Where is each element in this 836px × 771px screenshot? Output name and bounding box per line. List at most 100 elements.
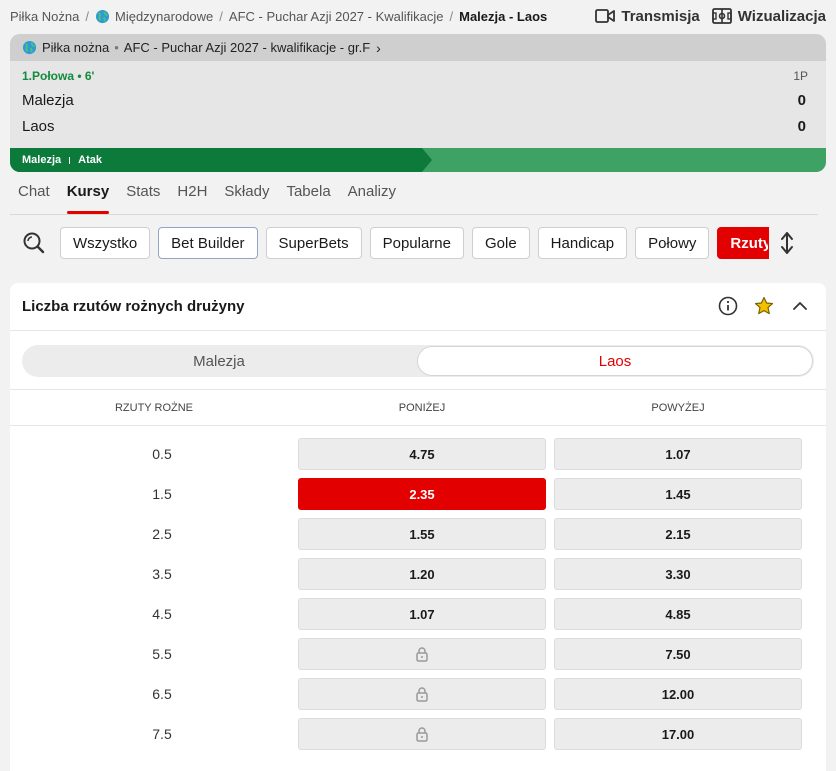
team-toggle-option[interactable]: Laos [417,346,813,376]
momentum-text: Malezja Atak [22,148,102,172]
market-filters: Wszystko Bet Builder SuperBets Popularne Gol… [20,227,816,259]
over-odd-button[interactable]: 1.45 [554,478,802,510]
tab-analizy[interactable]: Analizy [348,183,396,214]
corner-line-value: 4.5 [152,606,172,622]
top-bar: Piłka Nożna / Międzynarodowe / AFC - Puchar … [0,0,836,32]
momentum-team: Malezja [22,154,62,166]
video-camera-icon [595,9,616,23]
breadcrumb-separator: / [219,8,223,24]
under-odd-button[interactable]: 1.20 [298,558,546,590]
visualization-label: Wizualizacja [737,7,826,25]
separator-dot: • [114,40,119,55]
tabs-divider [10,214,818,215]
search-button[interactable] [20,229,48,257]
breadcrumb-label: Piłka Nożna [10,8,80,24]
sort-button[interactable] [779,229,795,257]
filter-chip[interactable]: Wszystko [60,227,151,259]
filter-chip[interactable]: SuperBets [265,227,362,259]
momentum-divider [69,156,71,164]
breadcrumb-item[interactable]: AFC - Puchar Azji 2027 - Kwalifikacje [229,9,444,24]
stream-button[interactable]: Transmisja [595,7,700,25]
breadcrumb-separator: / [85,8,89,24]
filter-chip-list: Wszystko Bet Builder SuperBets Popularne Gol… [60,227,770,259]
competition-link[interactable]: Piłka nożna • AFC - Puchar Azji 2027 - k… [10,34,826,61]
breadcrumb: Piłka Nożna / Międzynarodowe / AFC - Puchar … [10,9,547,24]
match-period: 1P [793,69,808,83]
under-column-label: PONIŻEJ [398,402,446,414]
breadcrumb-label: Międzynarodowe [115,8,214,24]
pitch-icon [711,8,732,24]
away-team-score: 0 [797,118,806,135]
home-team-score: 0 [797,92,806,109]
filter-chip[interactable]: Połowy [635,227,710,259]
tab-h2h[interactable]: H2H [177,183,207,214]
under-odd-locked [298,718,546,750]
under-odd-button[interactable]: 2.35 [298,478,546,510]
tab-tabela[interactable]: Tabela [286,183,330,214]
under-odd-button[interactable]: 1.55 [298,518,546,550]
under-odd-locked [298,678,546,710]
tab-stats[interactable]: Stats [126,183,160,214]
search-icon [23,232,45,254]
tab-sk-ady[interactable]: Składy [224,183,269,214]
market-header-actions [718,296,810,316]
momentum-arrow [422,148,432,172]
market-card: Liczba rzutów rożnych drużyny Malezja Lao… [10,283,826,771]
lock-icon [416,727,428,742]
odds-row: 5.5 7.50 [10,638,826,678]
odds-row: 1.5 2.35 1.45 [10,478,826,518]
tab-kursy[interactable]: Kursy [66,183,109,214]
momentum-bar: Malezja Atak [10,148,826,172]
top-actions: Transmisja Wizualizacja [595,0,826,32]
odds-row: 6.5 12.00 [10,678,826,718]
chevron-right-icon: › [376,39,381,56]
breadcrumb-current: Malezja - Laos [459,8,548,24]
over-odd-button[interactable]: 3.30 [554,558,802,590]
team-toggle-option[interactable]: Malezja [22,345,416,377]
odds-row: 3.5 1.20 3.30 [10,558,826,598]
odds-row: 0.5 4.75 1.07 [10,438,826,478]
odds-row: 4.5 1.07 4.85 [10,598,826,638]
tab-chat[interactable]: Chat [18,183,50,214]
corner-line-value: 3.5 [152,566,172,582]
breadcrumb-item[interactable]: Piłka Nożna [10,9,79,24]
away-team-name: Laos [22,118,55,135]
filter-chip[interactable]: Popularne [369,227,464,259]
under-odd-locked [298,638,546,670]
odds-row: 7.5 17.00 [10,718,826,758]
lock-icon [416,647,428,662]
info-icon[interactable] [718,296,738,316]
line-column-label: RZUTY ROŻNE [114,402,194,414]
match-tabs: Chat Kursy Stats H2H Składy Tabela Analizy [18,183,413,214]
odds-row: 2.5 1.55 2.15 [10,518,826,558]
under-odd-button[interactable]: 4.75 [298,438,546,470]
sort-arrows-icon [781,232,794,254]
corner-line-value: 6.5 [152,686,172,702]
over-odd-button[interactable]: 17.00 [554,718,802,750]
market-title: Liczba rzutów rożnych drużyny [22,298,245,315]
breadcrumb-separator: / [449,8,454,24]
filter-chip[interactable]: Gole [471,227,530,259]
sport-label: Piłka nożna [42,40,110,55]
over-odd-button[interactable]: 4.85 [554,598,802,630]
breadcrumb-item[interactable]: Międzynarodowe [95,9,213,24]
match-status: 1.Połowa • 6' [22,69,95,83]
chevron-up-icon[interactable] [790,296,810,316]
over-column-label: POWYŻEJ [651,402,705,414]
under-odd-button[interactable]: 1.07 [298,598,546,630]
filter-chip[interactable]: Rzuty [717,227,770,259]
competition-label: AFC - Puchar Azji 2027 - kwalifikacje - … [123,40,371,55]
scoreboard: Piłka nożna • AFC - Puchar Azji 2027 - k… [10,34,826,172]
momentum-state: Atak [78,154,102,166]
lock-icon [416,687,428,702]
filter-chip[interactable]: Handicap [537,227,628,259]
star-icon[interactable] [754,296,774,316]
visualization-button[interactable]: Wizualizacja [711,7,826,25]
filter-chip[interactable]: Bet Builder [158,227,258,259]
odds-table: 0.5 4.75 1.07 1.5 2.35 1.45 2.5 1.55 2.15 3.5 1.20… [10,438,826,758]
over-odd-button[interactable]: 12.00 [554,678,802,710]
over-odd-button[interactable]: 1.07 [554,438,802,470]
market-header[interactable]: Liczba rzutów rożnych drużyny [10,283,826,331]
over-odd-button[interactable]: 2.15 [554,518,802,550]
over-odd-button[interactable]: 7.50 [554,638,802,670]
